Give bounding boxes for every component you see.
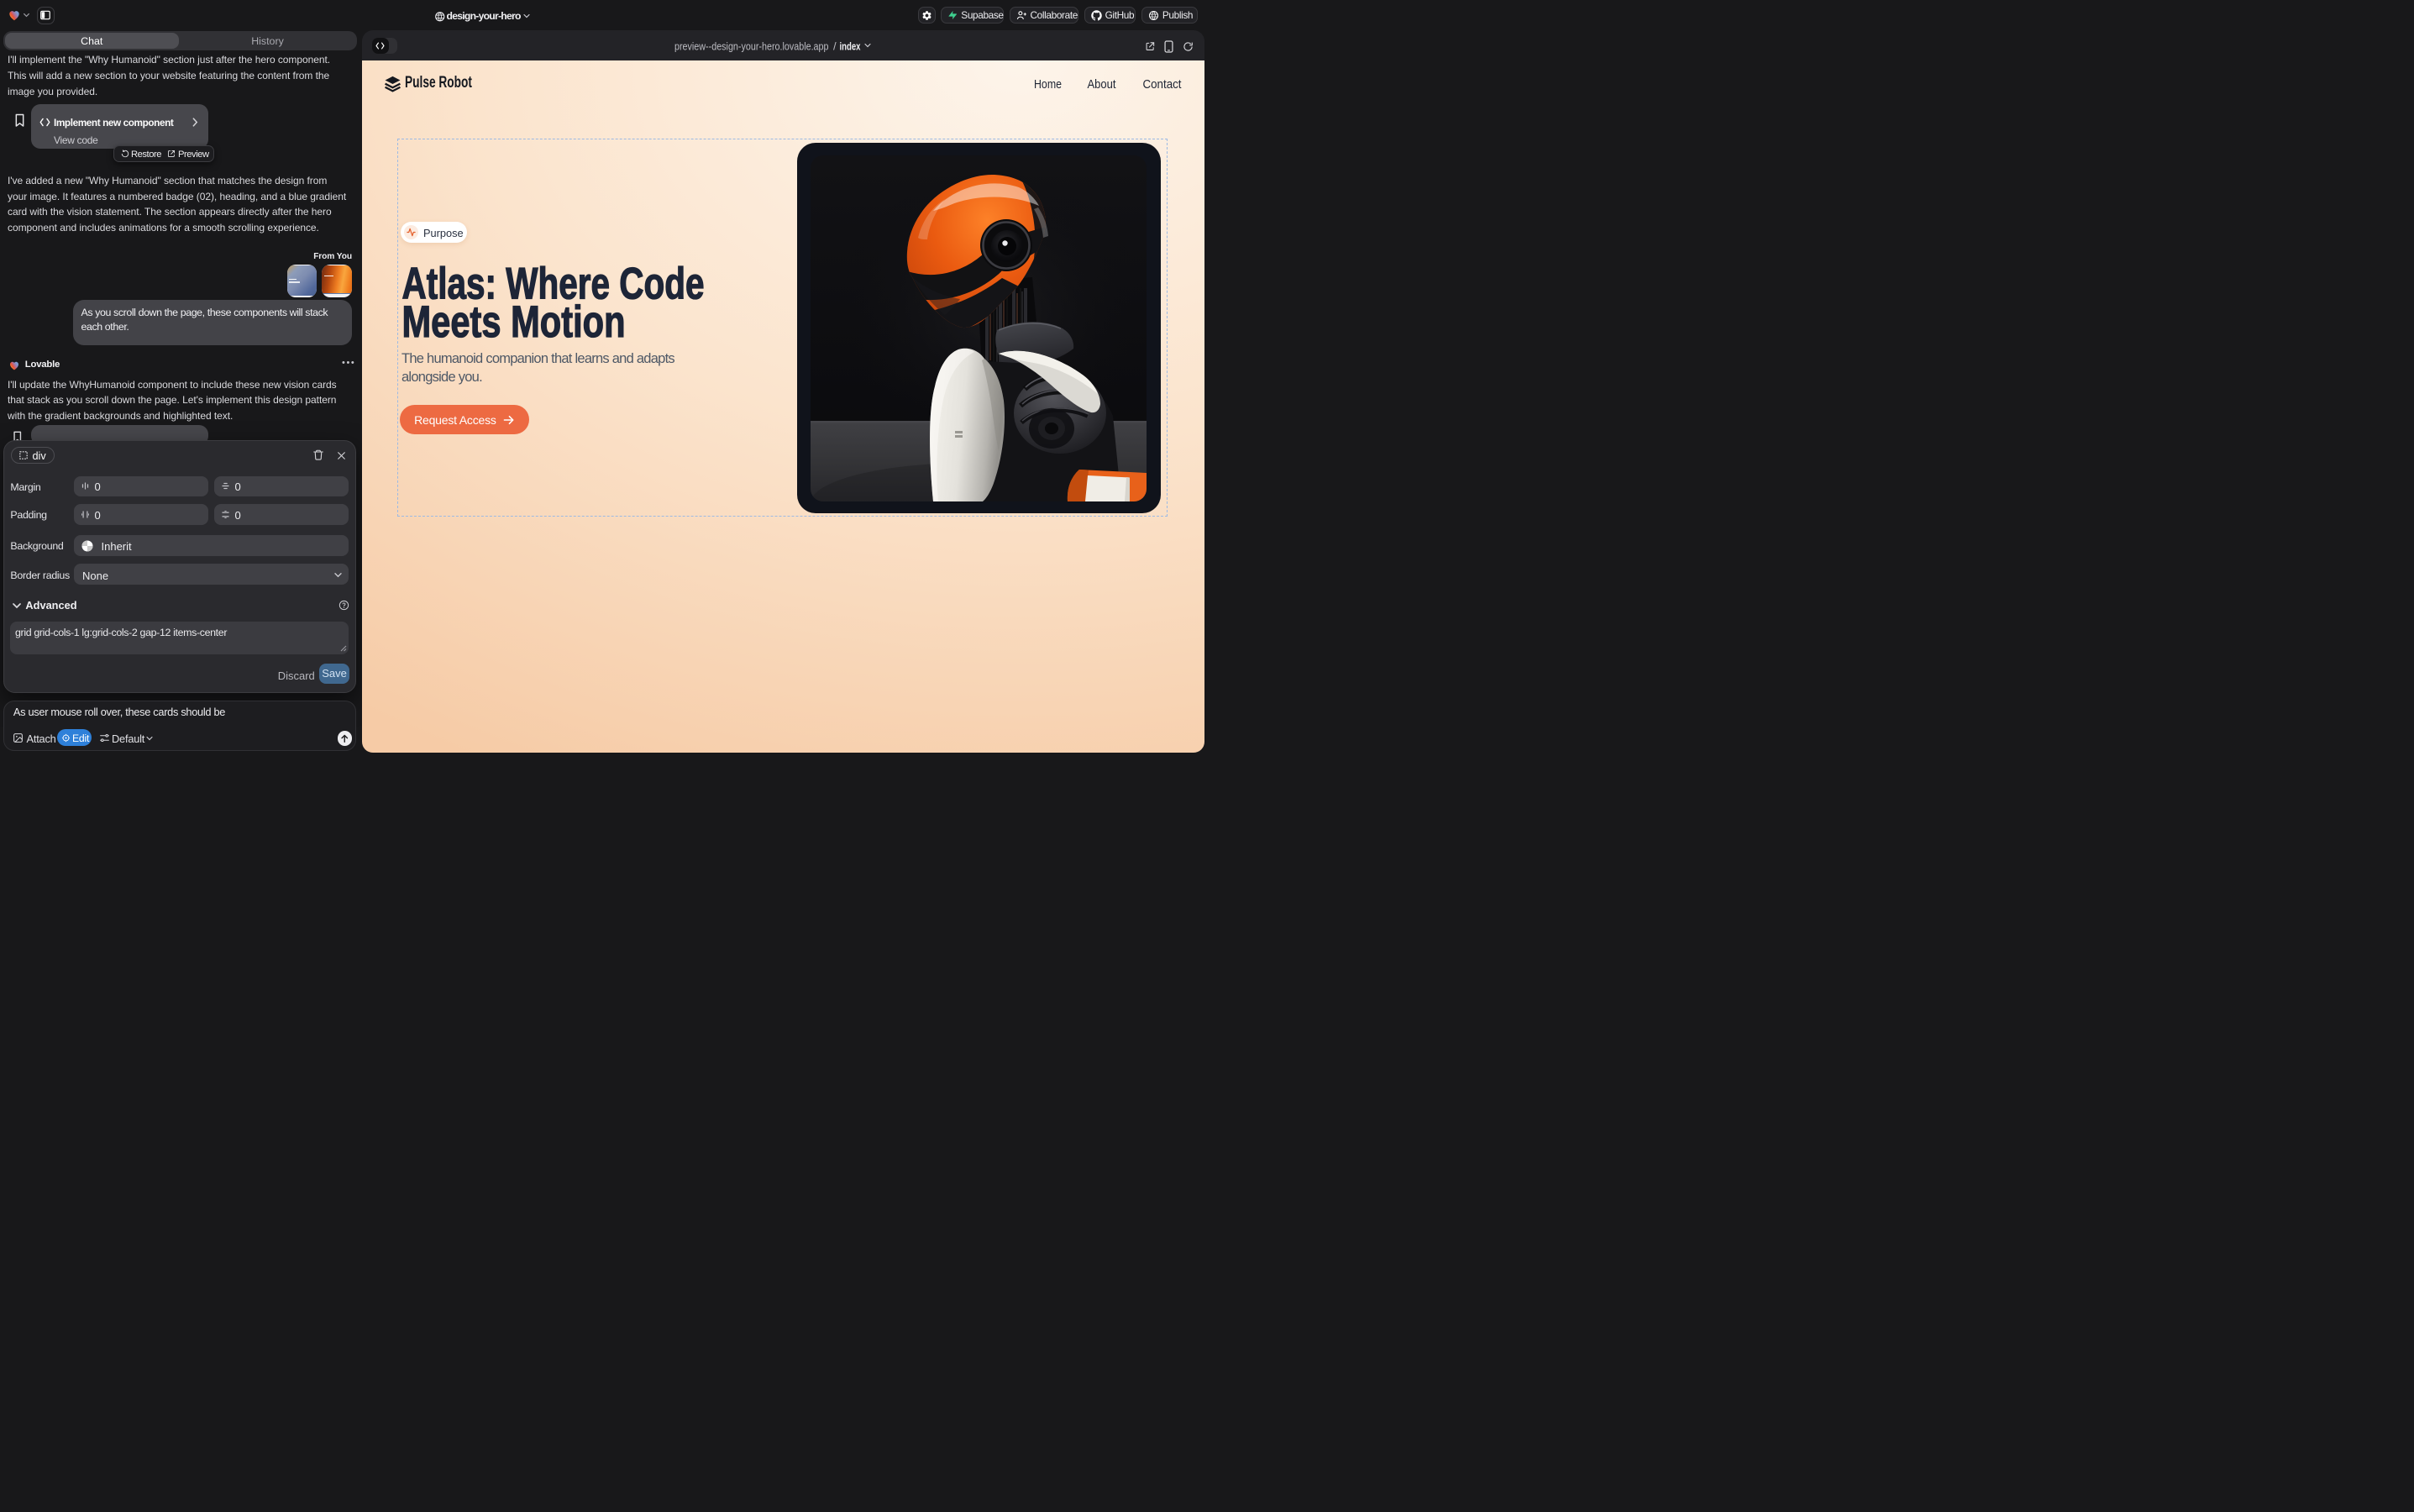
svg-text:Home: Home [1034, 78, 1062, 92]
svg-text:/: / [833, 40, 837, 53]
svg-text:Meets Motion: Meets Motion [401, 297, 625, 347]
svg-text:Contact: Contact [1142, 78, 1182, 92]
svg-text:About: About [1087, 78, 1116, 92]
svg-text:preview--design-your-hero.lova: preview--design-your-hero.lovable.app [674, 40, 829, 53]
svg-text:Pulse Robot: Pulse Robot [405, 74, 472, 92]
svg-text:index: index [840, 40, 862, 53]
